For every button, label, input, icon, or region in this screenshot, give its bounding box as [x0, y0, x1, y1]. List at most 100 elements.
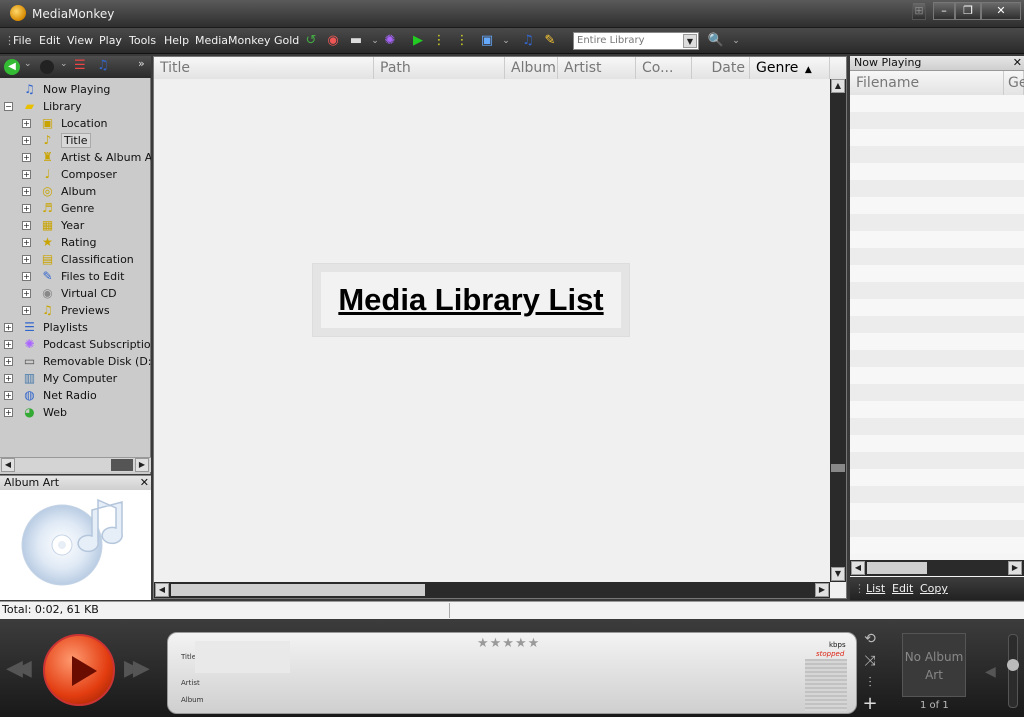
column-header-path[interactable]: Path	[374, 57, 505, 79]
tree-item-podcast-subscriptions[interactable]: + ✺ Podcast Subscriptions	[0, 336, 151, 353]
scroll-left-icon[interactable]: ◀	[1, 458, 15, 472]
column-header-title[interactable]: Title	[154, 57, 374, 79]
rating-stars[interactable]: ★★★★★	[477, 636, 540, 651]
tree-item-virtual-cd[interactable]: + ◉ Virtual CD	[0, 285, 151, 302]
tree-item-location[interactable]: + ▣ Location	[0, 115, 151, 132]
equalizer-icon[interactable]: ⫶	[861, 674, 879, 692]
tree-item-removable-disk-d[interactable]: + ▭ Removable Disk (D:)	[0, 353, 151, 370]
tree-item-files-to-edit[interactable]: + ✎ Files to Edit	[0, 268, 151, 285]
menu-file[interactable]: File	[13, 34, 31, 47]
expand-icon[interactable]: +	[22, 289, 31, 298]
scroll-right-icon[interactable]: ▶	[1008, 561, 1022, 575]
column-header-composer[interactable]: Co...	[636, 57, 692, 79]
play-toolbar-icon[interactable]: ▶	[409, 32, 427, 50]
disc-icon[interactable]: ▬	[347, 32, 365, 50]
expand-icon[interactable]: +	[22, 119, 31, 128]
tree-item-web[interactable]: + ◕ Web	[0, 404, 151, 421]
tree-options-icon[interactable]: ☰	[74, 58, 86, 73]
menu-view[interactable]: View	[67, 34, 93, 47]
minimize-button[interactable]: –	[933, 2, 955, 20]
next-track-icon[interactable]: ▶▶	[124, 656, 150, 681]
expand-icon[interactable]: +	[22, 272, 31, 281]
expand-icon[interactable]: +	[22, 238, 31, 247]
nav-back-icon[interactable]: ◀	[4, 59, 20, 75]
tree-music-icon[interactable]: ♫	[97, 58, 109, 73]
column-header-genre[interactable]: Ge	[1004, 71, 1024, 95]
search-icon[interactable]: 🔍	[707, 32, 725, 50]
volume-slider[interactable]	[1007, 634, 1019, 708]
list-vertical-scrollbar[interactable]: ▲ ▼	[830, 79, 846, 582]
close-icon[interactable]: ✕	[1013, 56, 1022, 70]
search-scope-select[interactable]: Entire Library ▼	[573, 32, 699, 50]
scroll-left-icon[interactable]: ◀	[155, 583, 169, 597]
chevron-down-icon[interactable]: ⌄	[60, 59, 68, 69]
scroll-right-icon[interactable]: ▶	[135, 458, 149, 472]
now-playing-list-link[interactable]: List	[866, 582, 885, 595]
expand-icon[interactable]: +	[4, 408, 13, 417]
volume-knob[interactable]	[1007, 659, 1019, 671]
podcast-toolbar-icon[interactable]: ✺	[381, 32, 399, 50]
tree-item-previews[interactable]: + ♫ Previews	[0, 302, 151, 319]
expand-icon[interactable]: +	[22, 136, 31, 145]
window-icon[interactable]: ▣	[478, 32, 496, 50]
expand-icon[interactable]: +	[22, 153, 31, 162]
menu-edit[interactable]: Edit	[39, 34, 60, 47]
chevron-down-icon[interactable]: ▼	[683, 34, 697, 48]
tag-edit-icon[interactable]: ♫	[519, 32, 537, 50]
menu-help[interactable]: Help	[164, 34, 189, 47]
repeat-icon[interactable]: ⟲	[861, 630, 879, 648]
tree-item-title[interactable]: + ♪ Title	[0, 132, 151, 149]
previous-track-icon[interactable]: ◀◀	[6, 656, 32, 681]
nav-forward-icon[interactable]	[40, 60, 54, 74]
column-header-genre[interactable]: Genre ▲	[750, 57, 830, 79]
menu-play[interactable]: Play	[99, 34, 122, 47]
expand-icon[interactable]: +	[4, 374, 13, 383]
scroll-down-icon[interactable]: ▼	[831, 567, 845, 581]
tree-item-my-computer[interactable]: + ▥ My Computer	[0, 370, 151, 387]
queue-icon[interactable]: ⋮	[430, 32, 448, 50]
tree-item-composer[interactable]: + ♩ Composer	[0, 166, 151, 183]
shuffle-icon[interactable]: ⤨	[861, 652, 879, 670]
list-horizontal-scrollbar[interactable]: ◀ ▶	[154, 582, 830, 598]
tree-item-year[interactable]: + ▦ Year	[0, 217, 151, 234]
tree-item-album[interactable]: + ◎ Album	[0, 183, 151, 200]
tree-item-net-radio[interactable]: + ◍ Net Radio	[0, 387, 151, 404]
maximize-button[interactable]: ❐	[955, 2, 981, 20]
scroll-thumb[interactable]	[171, 584, 425, 596]
burn-icon[interactable]: ◉	[324, 32, 342, 50]
menu-mediamonkey-gold[interactable]: MediaMonkey Gold	[195, 34, 299, 47]
scroll-right-icon[interactable]: ▶	[815, 583, 829, 597]
scroll-thumb[interactable]	[111, 459, 133, 471]
expand-icon[interactable]: +	[4, 323, 13, 332]
now-playing-scrollbar[interactable]: ◀ ▶	[850, 560, 1024, 576]
column-header-filename[interactable]: Filename	[850, 71, 1004, 95]
play-button[interactable]	[43, 634, 115, 706]
auto-tag-icon[interactable]: ✎	[541, 32, 559, 50]
expand-icon[interactable]: +	[4, 357, 13, 366]
close-button[interactable]: ✕	[981, 2, 1021, 20]
column-header-artist[interactable]: Artist	[558, 57, 636, 79]
column-header-album[interactable]: Album	[505, 57, 558, 79]
restore-icon[interactable]: ⊞	[912, 2, 926, 20]
scroll-up-icon[interactable]: ▲	[831, 79, 845, 93]
chevron-down-icon[interactable]: ⌄	[727, 32, 745, 50]
tree-item-library[interactable]: − ▰ Library	[0, 98, 151, 115]
column-header-date[interactable]: Date	[692, 57, 750, 79]
add-icon[interactable]: +	[861, 695, 879, 713]
expand-icon[interactable]: +	[22, 187, 31, 196]
expand-icon[interactable]: +	[4, 340, 13, 349]
scroll-thumb[interactable]	[831, 464, 845, 472]
scroll-thumb[interactable]	[867, 562, 927, 574]
expand-icon[interactable]: +	[22, 255, 31, 264]
panel-expand-icon[interactable]: »	[138, 57, 145, 70]
back-icon[interactable]: ↺	[302, 32, 320, 50]
tree-horizontal-scrollbar[interactable]: ◀ ▶	[0, 457, 151, 472]
tree-item-classification[interactable]: + ▤ Classification	[0, 251, 151, 268]
tree-item-playlists[interactable]: + ☰ Playlists	[0, 319, 151, 336]
expand-icon[interactable]: +	[22, 221, 31, 230]
collapse-icon[interactable]: −	[4, 102, 13, 111]
expand-icon[interactable]: +	[22, 170, 31, 179]
chevron-down-icon[interactable]: ⌄	[24, 59, 32, 69]
expand-icon[interactable]: +	[4, 391, 13, 400]
expand-icon[interactable]: +	[22, 306, 31, 315]
